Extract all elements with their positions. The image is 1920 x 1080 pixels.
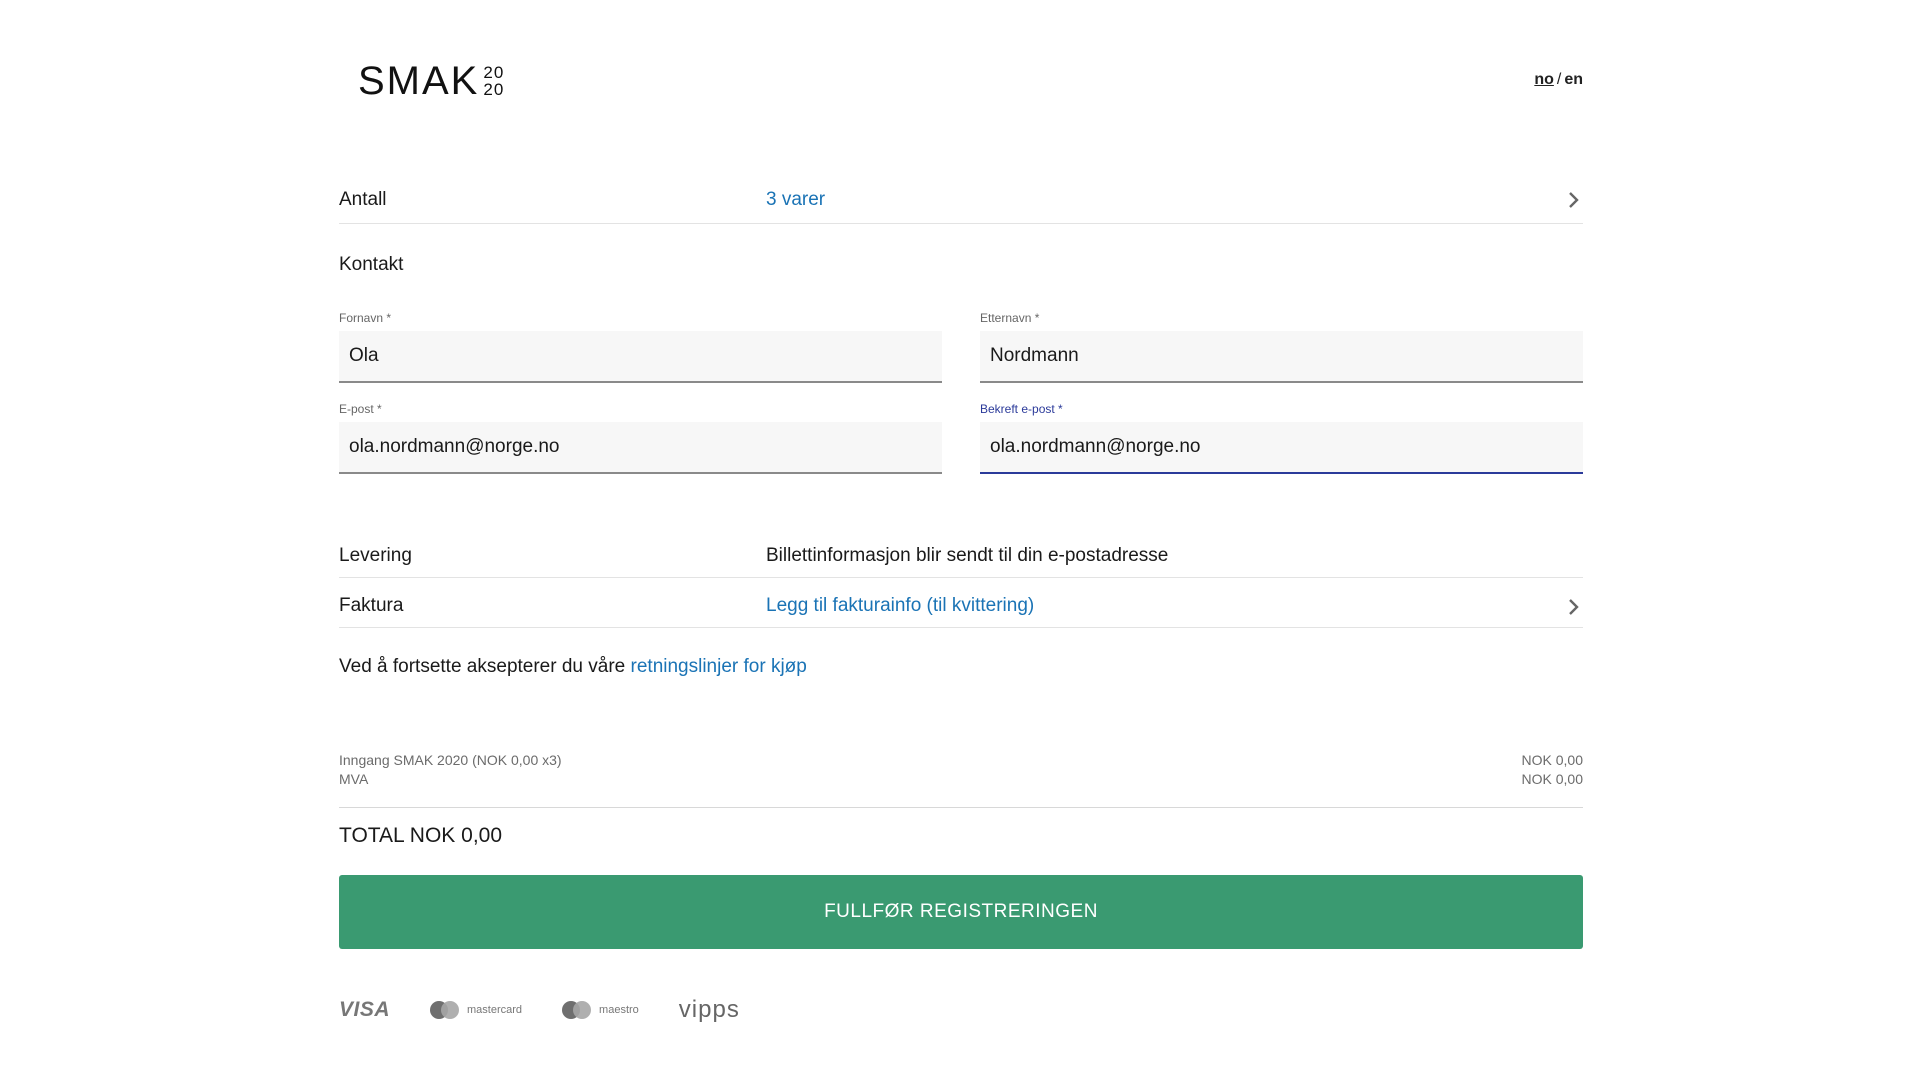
contact-section-title: Kontakt [339,254,404,275]
faktura-row[interactable]: Faktura Legg til fakturainfo (til kvitte… [339,585,1583,628]
faktura-link[interactable]: Legg til fakturainfo (til kvittering) [766,595,1034,617]
lang-en-link[interactable]: en [1564,71,1583,88]
order-total: TOTAL NOK 0,00 [339,824,503,847]
lang-no-link[interactable]: no [1534,71,1554,88]
summary-line: MVA NOK 0,00 [339,770,1583,789]
payment-methods: VISA mastercard maestro vipps [339,996,780,1024]
first-name-label: Fornavn * [339,311,392,325]
email-label: E-post * [339,402,382,416]
complete-registration-button[interactable]: FULLFØR REGISTRERINGEN [339,875,1583,949]
terms-text: Ved å fortsette aksepterer du våre retni… [339,656,807,678]
logo-year-bottom: 20 [483,80,505,99]
order-summary: Inngang SMAK 2020 (NOK 0,00 x3) NOK 0,00… [339,751,1583,789]
chevron-right-icon[interactable] [1563,190,1583,210]
logo-year: 20 20 [483,64,504,98]
levering-value: Billettinformasjon blir sendt til din e-… [766,545,1169,566]
maestro-icon [562,1001,592,1019]
first-name-input[interactable] [339,331,942,383]
mastercard-icon [430,1001,460,1019]
levering-row: Levering Billettinformasjon blir sendt t… [339,535,1583,578]
last-name-field: Etternavn * [980,311,1583,383]
terms-link[interactable]: retningslinjer for kjøp [631,656,807,677]
levering-label: Levering [339,545,412,566]
summary-divider [339,807,1583,808]
summary-line-amount: NOK 0,00 [1521,752,1583,768]
confirm-email-input[interactable] [980,422,1583,474]
mastercard-text: mastercard [467,1004,523,1016]
logo-year-top: 20 [483,63,505,82]
last-name-input[interactable] [980,331,1583,383]
summary-line-label: MVA [339,771,369,787]
email-field: E-post * [339,402,942,474]
visa-text: VISA [339,998,391,1021]
chevron-right-icon[interactable] [1563,597,1583,617]
confirm-email-field: Bekreft e-post * [980,402,1583,474]
summary-line-amount: NOK 0,00 [1521,771,1583,787]
email-input[interactable] [339,422,942,474]
maestro-text: maestro [599,1004,639,1016]
faktura-label: Faktura [339,595,404,616]
terms-prefix: Ved å fortsette aksepterer du våre [339,656,631,677]
visa-logo: VISA [339,998,390,1022]
logo: SMAK 20 20 [358,58,504,104]
first-name-field: Fornavn * [339,311,942,383]
antall-label: Antall [339,189,387,210]
mastercard-logo: mastercard [430,1001,522,1019]
logo-text: SMAK [358,59,480,103]
lang-separator: / [1556,71,1562,88]
antall-row[interactable]: Antall 3 varer [339,180,1583,224]
language-switcher: no / en [1534,71,1583,89]
summary-line-label: Inngang SMAK 2020 (NOK 0,00 x3) [339,752,562,768]
last-name-label: Etternavn * [980,311,1040,325]
maestro-logo: maestro [562,1001,639,1019]
summary-line: Inngang SMAK 2020 (NOK 0,00 x3) NOK 0,00 [339,751,1583,770]
header: SMAK 20 20 no / en [358,58,1583,104]
vipps-logo: vipps [679,996,740,1024]
vipps-text: vipps [678,996,740,1023]
confirm-email-label: Bekreft e-post * [980,402,1063,416]
antall-value[interactable]: 3 varer [766,189,825,211]
checkout-page: SMAK 20 20 no / en Antall 3 varer Kontakt … [0,0,1920,1080]
